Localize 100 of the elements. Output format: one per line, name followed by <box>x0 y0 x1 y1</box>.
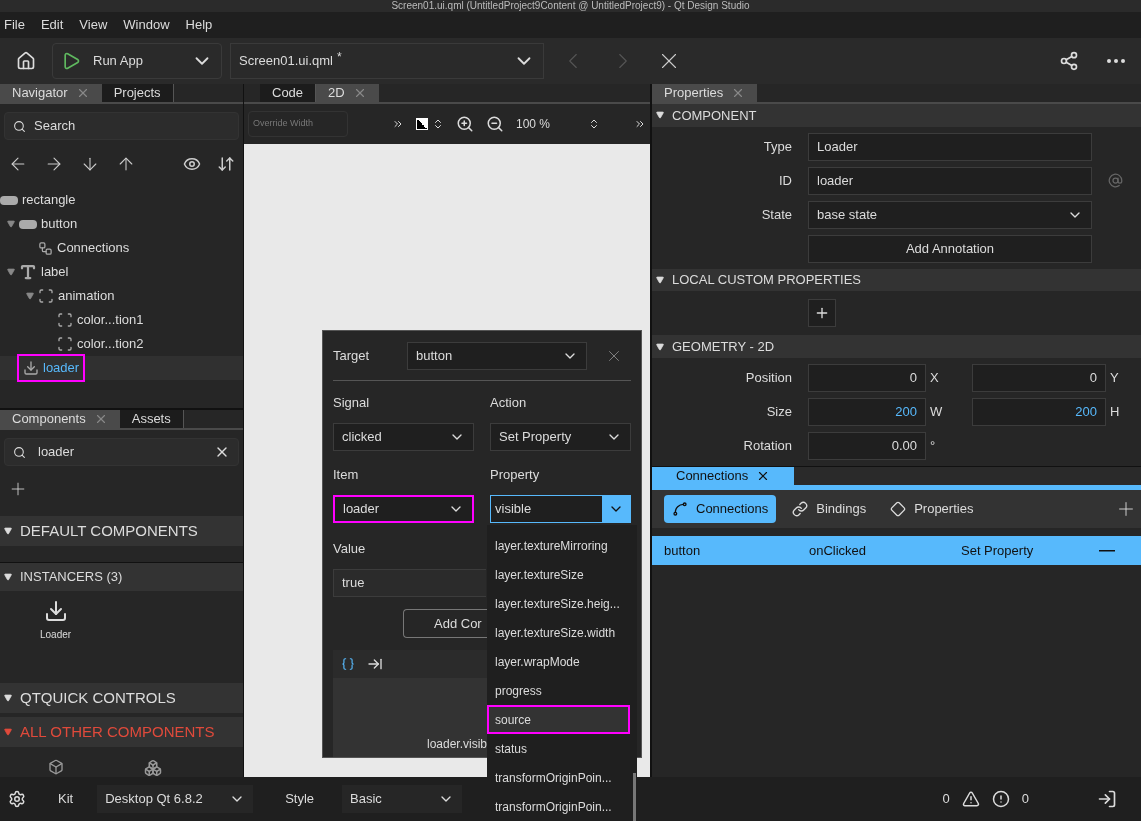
number-field[interactable]: 200 <box>808 398 926 426</box>
target-label: Target <box>333 346 371 365</box>
mode-tab[interactable]: Bindings <box>784 495 875 523</box>
list-item[interactable]: transformOriginPoin... <box>487 792 630 821</box>
number-field[interactable]: 0.00 <box>808 432 926 460</box>
section-header[interactable]: COMPONENT <box>652 104 1141 127</box>
play-icon <box>61 51 81 71</box>
collapse-arrow-icon <box>4 573 12 581</box>
panel-tab[interactable]: Projects <box>101 84 174 102</box>
tree-item[interactable]: animation <box>0 284 243 308</box>
spinner-icon <box>588 118 600 130</box>
run-dropdown[interactable]: Run App <box>52 43 222 79</box>
section-header[interactable]: GEOMETRY - 2D <box>652 335 1141 358</box>
zoom-level[interactable]: 100 % <box>516 115 576 133</box>
search-field[interactable]: Search <box>4 112 239 140</box>
dropdown[interactable]: clicked <box>333 423 474 451</box>
panel-tab[interactable]: Code <box>260 84 317 102</box>
list-item[interactable]: layer.textureSize.width <box>487 618 630 647</box>
property-dropdown-menu[interactable]: layer.textureMirroring layer.textureSize layer.textureSize.heig... layer.textureSize.width layer.wrapMode progress source status transformOriginPoin... transformOriginPoin... <box>487 525 637 821</box>
scrollbar-icon <box>633 773 636 821</box>
collapse-arrow-icon <box>4 527 12 535</box>
tree-item[interactable]: rectangle <box>0 188 243 212</box>
dropdown[interactable]: Basic <box>342 785 463 813</box>
value-label: Value <box>333 540 366 558</box>
dropdown[interactable]: Set Property <box>490 423 631 451</box>
list-item[interactable]: progress <box>487 676 630 705</box>
section-header[interactable]: LOCAL CUSTOM PROPERTIES <box>652 268 1141 292</box>
component-item[interactable]: Loader <box>40 599 72 643</box>
list-item[interactable]: transformOriginPoin... <box>487 763 630 792</box>
more-icon[interactable] <box>1107 59 1125 63</box>
settings-icon <box>8 790 26 808</box>
property-dropdown[interactable]: visible <box>490 495 631 523</box>
unit-label: ° <box>930 437 937 456</box>
list-item[interactable]: layer.wrapMode <box>487 647 630 676</box>
dropdown[interactable]: base state <box>808 200 1092 229</box>
panel-tab[interactable]: Properties <box>652 84 758 102</box>
list-item[interactable]: source <box>487 705 630 734</box>
expand-arrow-icon <box>7 220 15 228</box>
connections-icon <box>38 240 53 256</box>
tree-item[interactable]: color...tion2 <box>0 332 243 356</box>
at-sign-icon[interactable] <box>1108 173 1123 189</box>
panel-tab[interactable]: 2D <box>316 84 379 102</box>
document-dropdown[interactable]: Screen01.ui.qml * <box>230 43 544 79</box>
remove-icon[interactable] <box>1099 549 1115 552</box>
tree-item[interactable]: button <box>0 212 243 236</box>
dropdown[interactable]: button <box>407 341 587 370</box>
section-header[interactable]: INSTANCERS (3) <box>0 563 243 591</box>
dropdown[interactable]: loader <box>333 495 474 523</box>
panel-tab[interactable]: Assets <box>119 410 184 428</box>
property-label: Property <box>490 466 541 484</box>
dropdown[interactable]: Desktop Qt 6.8.2 <box>97 785 254 813</box>
tree-item[interactable]: loader <box>0 356 243 380</box>
text-field[interactable]: Loader <box>808 132 1092 161</box>
list-item[interactable]: status <box>487 734 630 763</box>
tree-item[interactable]: Connections <box>0 236 243 260</box>
panel-tab[interactable]: Navigator <box>0 84 102 102</box>
add-annotation-button[interactable]: Add Annotation <box>808 234 1092 263</box>
more-tools-icon <box>392 118 404 130</box>
add-property-button[interactable] <box>808 299 836 328</box>
unit-label: Y <box>1110 369 1120 388</box>
number-field[interactable]: 0 <box>972 364 1106 392</box>
more-tools-icon <box>634 118 646 130</box>
field-label: Position <box>744 369 792 388</box>
tree-item[interactable]: label <box>0 260 243 284</box>
signal-label: Signal <box>333 394 371 412</box>
expand-arrow-icon <box>7 268 15 276</box>
menu-item[interactable]: View <box>79 15 108 35</box>
connection-row[interactable]: button onClicked Set Property <box>652 536 1141 565</box>
list-item[interactable]: layer.textureSize.heig... <box>487 589 630 618</box>
collapse-arrow-icon <box>656 276 664 284</box>
value-field[interactable]: true <box>333 569 486 597</box>
home-icon <box>16 51 36 71</box>
tree-item[interactable]: color...tion1 <box>0 308 243 332</box>
menu-item[interactable]: Help <box>185 15 213 35</box>
kit-label: Kit <box>58 790 74 809</box>
components-icon <box>144 759 162 777</box>
list-item[interactable]: layer.textureMirroring <box>487 531 630 560</box>
unit-label: W <box>930 403 944 422</box>
style-label: Style <box>285 790 315 809</box>
mode-tab[interactable]: Connections <box>664 495 777 523</box>
text-field[interactable]: loader <box>808 166 1092 195</box>
number-field[interactable]: 200 <box>972 398 1106 426</box>
section-header[interactable]: QTQUICK CONTROLS <box>0 683 243 713</box>
tab-icon <box>367 656 383 672</box>
menu-item[interactable]: Edit <box>40 15 64 35</box>
menu-item[interactable]: Window <box>123 15 170 35</box>
search-field[interactable]: loader <box>4 438 239 466</box>
panel-tab[interactable]: Connections <box>652 467 795 485</box>
braces-icon <box>341 657 355 671</box>
mode-tab[interactable]: Properties <box>882 495 982 523</box>
collapse-arrow-icon <box>4 728 12 736</box>
background-icon[interactable] <box>416 118 428 130</box>
unit-label: H <box>1110 403 1121 422</box>
cube-icon <box>48 759 64 775</box>
list-item[interactable]: layer.textureSize <box>487 560 630 589</box>
override-width-field[interactable]: Override Width <box>248 111 348 137</box>
section-header[interactable]: DEFAULT COMPONENTS <box>0 516 243 546</box>
number-field[interactable]: 0 <box>808 364 926 392</box>
menu-item[interactable]: File <box>4 15 25 35</box>
panel-tab[interactable]: Components <box>0 410 120 428</box>
